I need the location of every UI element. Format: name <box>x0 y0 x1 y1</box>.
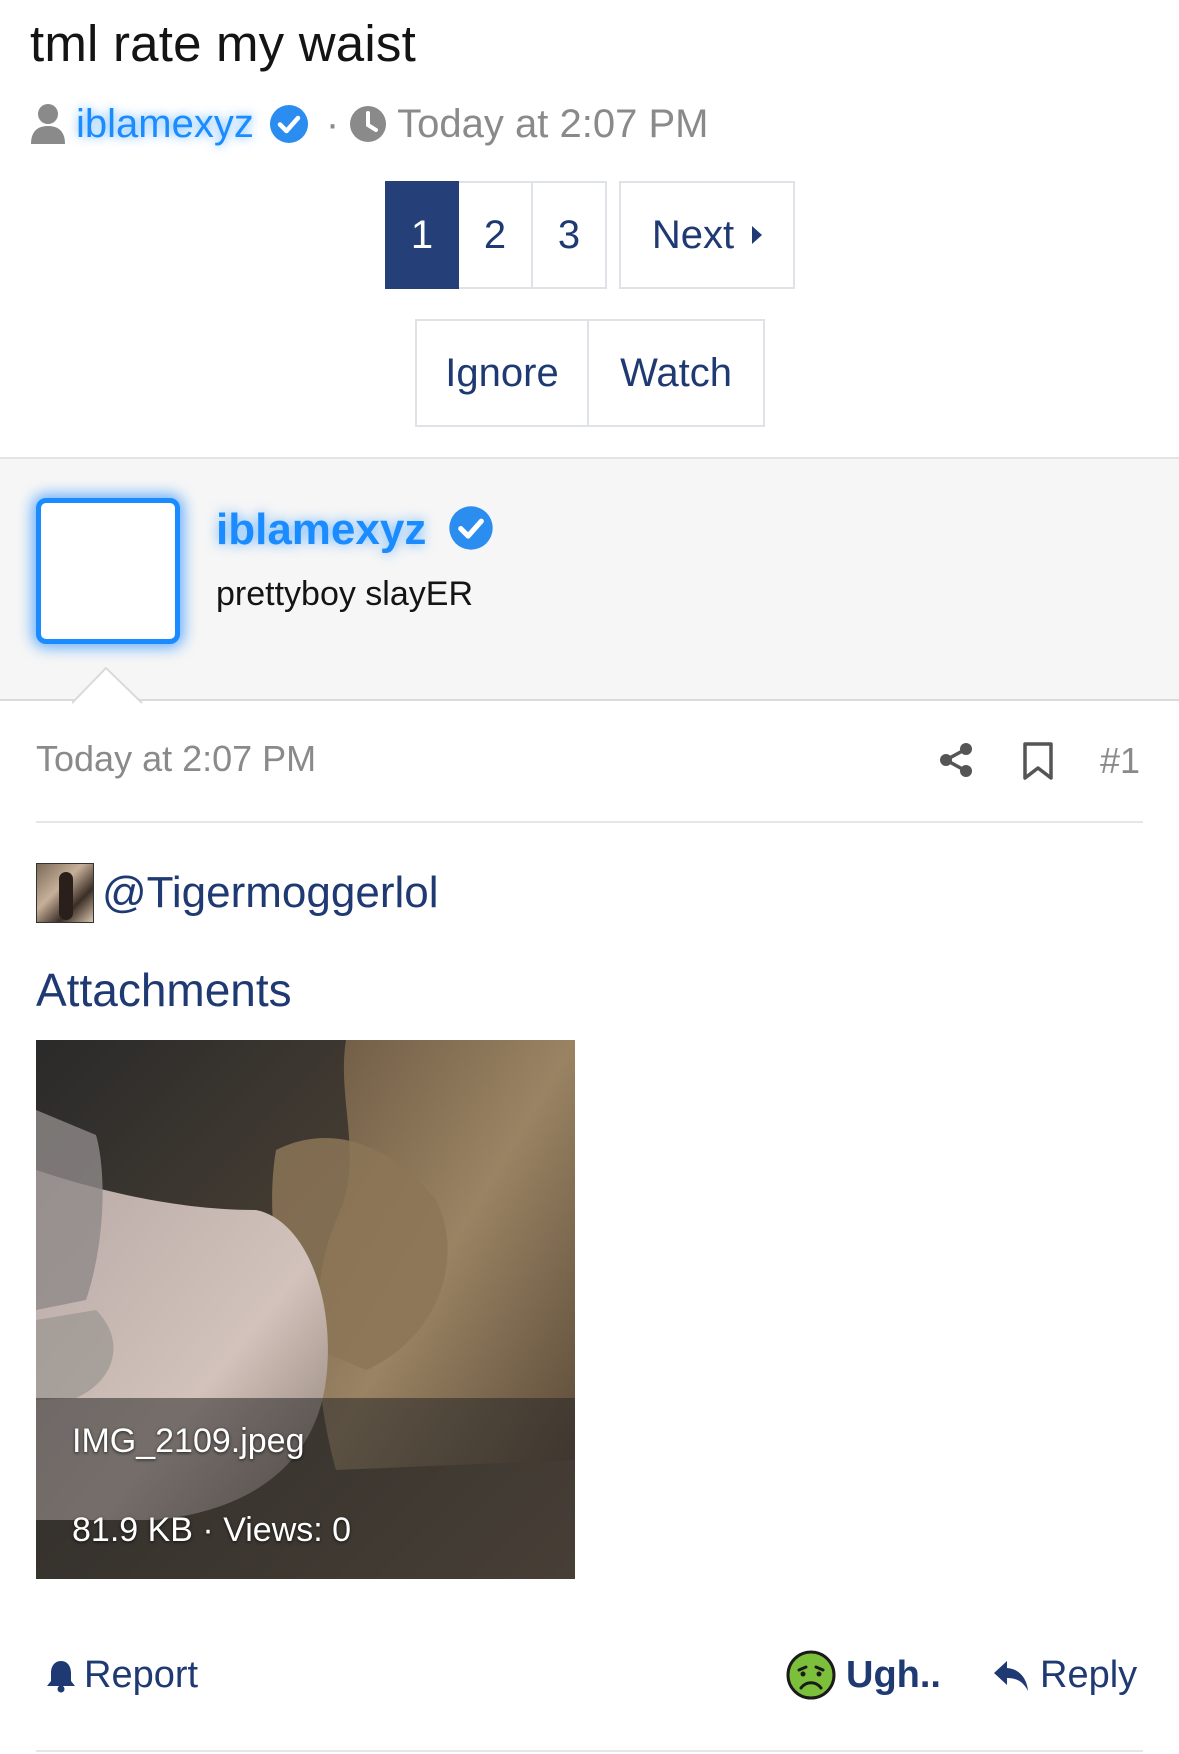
thread-meta: iblamexyz · Today at 2:07 PM <box>30 96 708 152</box>
thread-time[interactable]: Today at 2:07 PM <box>397 102 708 147</box>
meta-separator: · <box>325 101 340 146</box>
watch-button[interactable]: Watch <box>589 319 765 427</box>
bell-icon <box>47 1660 75 1692</box>
page-1-button[interactable]: 1 <box>385 181 459 289</box>
report-label: Report <box>84 1654 199 1696</box>
post-date[interactable]: Today at 2:07 PM <box>36 738 316 780</box>
attachment-thumbnail[interactable]: IMG_2109.jpeg 81.9 KB · Views: 0 <box>36 1040 575 1579</box>
attachment-meta: 81.9 KB · Views: 0 <box>72 1511 352 1549</box>
page-2-button[interactable]: 2 <box>459 181 533 289</box>
post-user-block: iblamexyz prettyboy slayER <box>0 457 1179 701</box>
mention-avatar <box>36 863 94 923</box>
post-username[interactable]: iblamexyz <box>216 505 426 555</box>
clock-icon <box>350 106 387 142</box>
user-icon <box>31 104 65 144</box>
verified-badge-icon <box>449 506 493 550</box>
mention[interactable]: @Tigermoggerlol <box>36 862 439 924</box>
share-icon[interactable] <box>938 742 974 778</box>
verified-badge-icon <box>269 105 308 143</box>
next-label: Next <box>651 212 735 257</box>
reply-arrow-icon <box>994 1660 1028 1691</box>
thread-author-link[interactable]: iblamexyz <box>76 102 254 147</box>
sick-face-emoji-icon <box>786 1650 836 1700</box>
post-footer: Report Ugh.. Reply <box>0 1648 1179 1712</box>
thread-title: tml rate my waist <box>30 15 416 72</box>
reaction-label: Ugh.. <box>846 1653 941 1696</box>
thread-actions: Ignore Watch <box>415 319 765 427</box>
reaction-button[interactable]: Ugh.. <box>786 1650 941 1700</box>
bottom-divider <box>36 1750 1143 1752</box>
avatar[interactable] <box>36 498 180 644</box>
divider <box>36 821 1143 823</box>
bookmark-icon[interactable] <box>1022 742 1054 780</box>
user-title: prettyboy slayER <box>216 575 473 613</box>
next-page-button[interactable]: Next <box>619 181 795 289</box>
page-3-button[interactable]: 3 <box>533 181 607 289</box>
caret-right-icon <box>752 226 763 244</box>
ignore-button[interactable]: Ignore <box>415 319 589 427</box>
attachment-filename: IMG_2109.jpeg <box>72 1422 305 1460</box>
reply-label: Reply <box>1040 1654 1138 1696</box>
reply-button[interactable]: Reply <box>992 1654 1137 1697</box>
report-button[interactable]: Report <box>46 1654 198 1697</box>
mention-link[interactable]: @Tigermoggerlol <box>102 868 439 918</box>
attachments-heading: Attachments <box>36 964 292 1016</box>
post-number-link[interactable]: #1 <box>1100 740 1140 782</box>
pagination: 1 2 3 Next <box>385 181 795 289</box>
